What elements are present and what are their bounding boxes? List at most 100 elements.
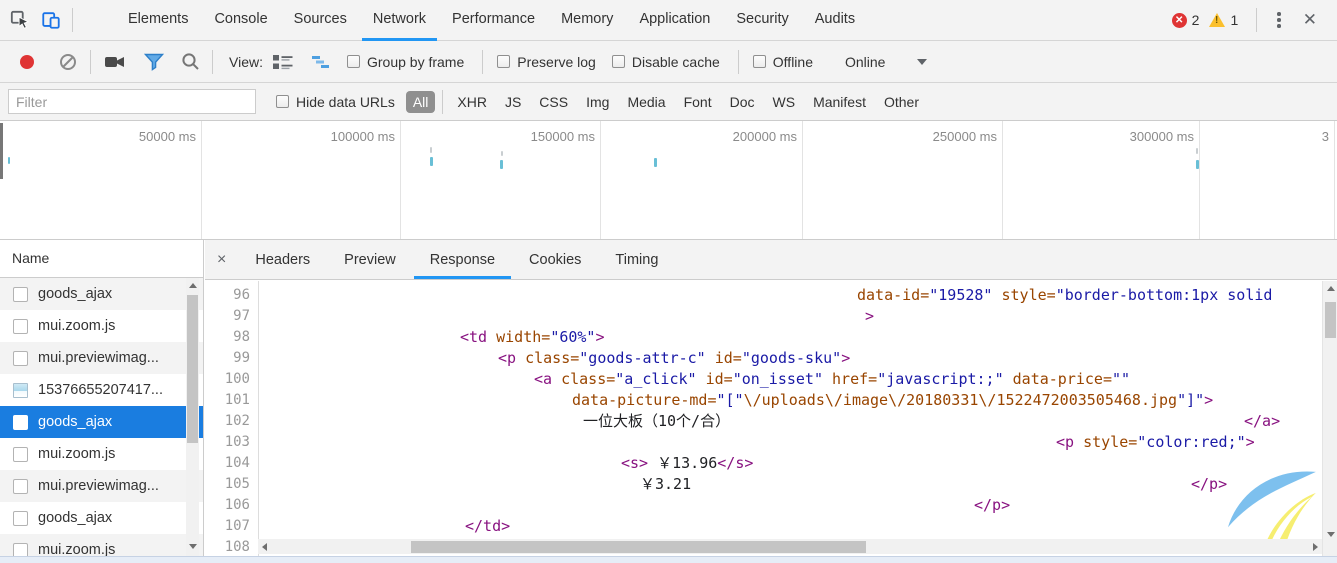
checkbox-icon[interactable] xyxy=(612,55,625,68)
request-row-goods-ajax[interactable]: goods_ajax xyxy=(0,278,203,310)
screenshot-camera-icon[interactable] xyxy=(104,54,126,70)
detail-tab-timing[interactable]: Timing xyxy=(598,241,675,279)
close-icon[interactable]: ✕ xyxy=(1293,10,1327,30)
scrollbar-thumb[interactable] xyxy=(411,541,866,553)
preserve-log-checkbox[interactable]: Preserve log xyxy=(497,54,596,70)
request-row-goods-ajax[interactable]: goods_ajax xyxy=(0,502,203,534)
device-toolbar-icon[interactable] xyxy=(41,10,61,30)
close-details-icon[interactable]: × xyxy=(205,251,238,269)
request-row-mui-previewimag[interactable]: mui.previewimag... xyxy=(0,342,203,374)
throttling-select[interactable]: Online xyxy=(845,54,885,70)
search-icon[interactable] xyxy=(181,52,200,71)
syntax-tag: <p xyxy=(1056,433,1074,451)
code-run: data-picture-md="["\/uploads\/image\/201… xyxy=(572,390,1213,411)
scroll-right-icon[interactable] xyxy=(1313,543,1318,551)
syntax-attr-value: "goods-attr-c" xyxy=(579,349,705,367)
type-filter-other[interactable]: Other xyxy=(877,92,926,112)
name-column-header[interactable]: Name xyxy=(0,240,203,278)
scroll-up-icon[interactable] xyxy=(1327,286,1335,291)
code-vertical-scrollbar[interactable] xyxy=(1322,281,1337,556)
timeline-overview[interactable]: 50000 ms100000 ms150000 ms200000 ms25000… xyxy=(0,121,1337,240)
request-row-mui-zoom-js[interactable]: mui.zoom.js xyxy=(0,438,203,470)
type-filter-doc[interactable]: Doc xyxy=(723,92,762,112)
request-row-15376655207417[interactable]: 15376655207417... xyxy=(0,374,203,406)
type-filter-img[interactable]: Img xyxy=(579,92,616,112)
space xyxy=(706,349,715,367)
timeline-tick-label: 3 xyxy=(1169,129,1329,144)
error-icon[interactable]: ✕ xyxy=(1172,13,1187,28)
scroll-down-icon[interactable] xyxy=(1327,532,1335,537)
document-file-icon xyxy=(13,479,28,494)
document-file-icon xyxy=(13,543,28,557)
code-run: </p> xyxy=(974,495,1010,516)
detail-tab-headers[interactable]: Headers xyxy=(238,241,327,279)
syntax-attr-value: "[" xyxy=(717,391,744,409)
syntax-tag: <p xyxy=(498,349,516,367)
tab-console[interactable]: Console xyxy=(201,0,280,41)
syntax-tag: </a> xyxy=(1244,412,1280,430)
scroll-up-icon[interactable] xyxy=(189,283,197,288)
checkbox-icon[interactable] xyxy=(276,95,289,108)
document-file-icon xyxy=(13,287,28,302)
menu-icon[interactable] xyxy=(1265,12,1293,28)
syntax-attr-value: "]" xyxy=(1177,391,1204,409)
checkbox-icon[interactable] xyxy=(347,55,360,68)
code-horizontal-scrollbar[interactable] xyxy=(258,539,1322,554)
response-code-view[interactable]: 96data-id="19528" style="border-bottom:1… xyxy=(205,281,1337,556)
detail-tab-preview[interactable]: Preview xyxy=(327,241,413,279)
checkbox-icon[interactable] xyxy=(753,55,766,68)
request-row-mui-zoom-js[interactable]: mui.zoom.js xyxy=(0,310,203,342)
divider xyxy=(90,50,91,74)
tab-audits[interactable]: Audits xyxy=(802,0,868,41)
waterfall-icon[interactable] xyxy=(311,54,331,70)
request-row-mui-zoom-js[interactable]: mui.zoom.js xyxy=(0,534,203,556)
checkbox-icon[interactable] xyxy=(497,55,510,68)
group-by-frame-checkbox[interactable]: Group by frame xyxy=(347,54,464,70)
request-row-mui-previewimag[interactable]: mui.previewimag... xyxy=(0,470,203,502)
warning-count[interactable]: 1 xyxy=(1230,12,1238,28)
scrollbar-thumb[interactable] xyxy=(187,295,198,443)
timeline-gridline xyxy=(400,121,401,239)
tab-elements[interactable]: Elements xyxy=(115,0,201,41)
status-badges: ✕ 2 ! 1 ✕ xyxy=(1172,8,1327,32)
warning-icon[interactable]: ! xyxy=(1209,13,1225,27)
type-filter-media[interactable]: Media xyxy=(620,92,672,112)
scroll-down-icon[interactable] xyxy=(189,544,197,549)
tab-memory[interactable]: Memory xyxy=(548,0,626,41)
tab-application[interactable]: Application xyxy=(626,0,723,41)
syntax-attr-name: class= xyxy=(525,349,579,367)
disable-cache-checkbox[interactable]: Disable cache xyxy=(612,54,720,70)
detail-tab-response[interactable]: Response xyxy=(413,241,512,279)
inspect-element-icon[interactable] xyxy=(10,10,30,30)
tab-network[interactable]: Network xyxy=(360,0,439,41)
text-content: ￥13.96 xyxy=(648,454,717,472)
filter-icon[interactable] xyxy=(144,53,164,71)
tab-sources[interactable]: Sources xyxy=(281,0,360,41)
detail-tab-cookies[interactable]: Cookies xyxy=(512,241,598,279)
type-filter-manifest[interactable]: Manifest xyxy=(806,92,873,112)
type-filter-css[interactable]: CSS xyxy=(532,92,575,112)
line-number: 104 xyxy=(205,453,250,474)
syntax-attr-name: width= xyxy=(496,328,550,346)
type-filter-js[interactable]: JS xyxy=(498,92,528,112)
type-filter-font[interactable]: Font xyxy=(677,92,719,112)
record-button[interactable] xyxy=(20,55,34,69)
type-filter-all[interactable]: All xyxy=(406,91,436,113)
list-view-icon[interactable] xyxy=(273,54,293,70)
offline-checkbox[interactable]: Offline xyxy=(753,54,813,70)
scroll-left-icon[interactable] xyxy=(262,543,267,551)
tab-security[interactable]: Security xyxy=(723,0,801,41)
clear-icon[interactable] xyxy=(59,53,77,71)
divider xyxy=(442,90,443,114)
type-filter-xhr[interactable]: XHR xyxy=(450,92,494,112)
filter-input[interactable] xyxy=(8,89,256,114)
request-row-goods-ajax[interactable]: goods_ajax xyxy=(0,406,203,438)
error-count[interactable]: 2 xyxy=(1192,12,1200,28)
sidebar-scrollbar[interactable] xyxy=(186,278,199,556)
hide-data-urls-checkbox[interactable]: Hide data URLs xyxy=(276,94,395,110)
chevron-down-icon[interactable] xyxy=(917,59,927,65)
scrollbar-thumb[interactable] xyxy=(1325,302,1336,338)
divider xyxy=(738,50,739,74)
tab-performance[interactable]: Performance xyxy=(439,0,548,41)
type-filter-ws[interactable]: WS xyxy=(766,92,803,112)
